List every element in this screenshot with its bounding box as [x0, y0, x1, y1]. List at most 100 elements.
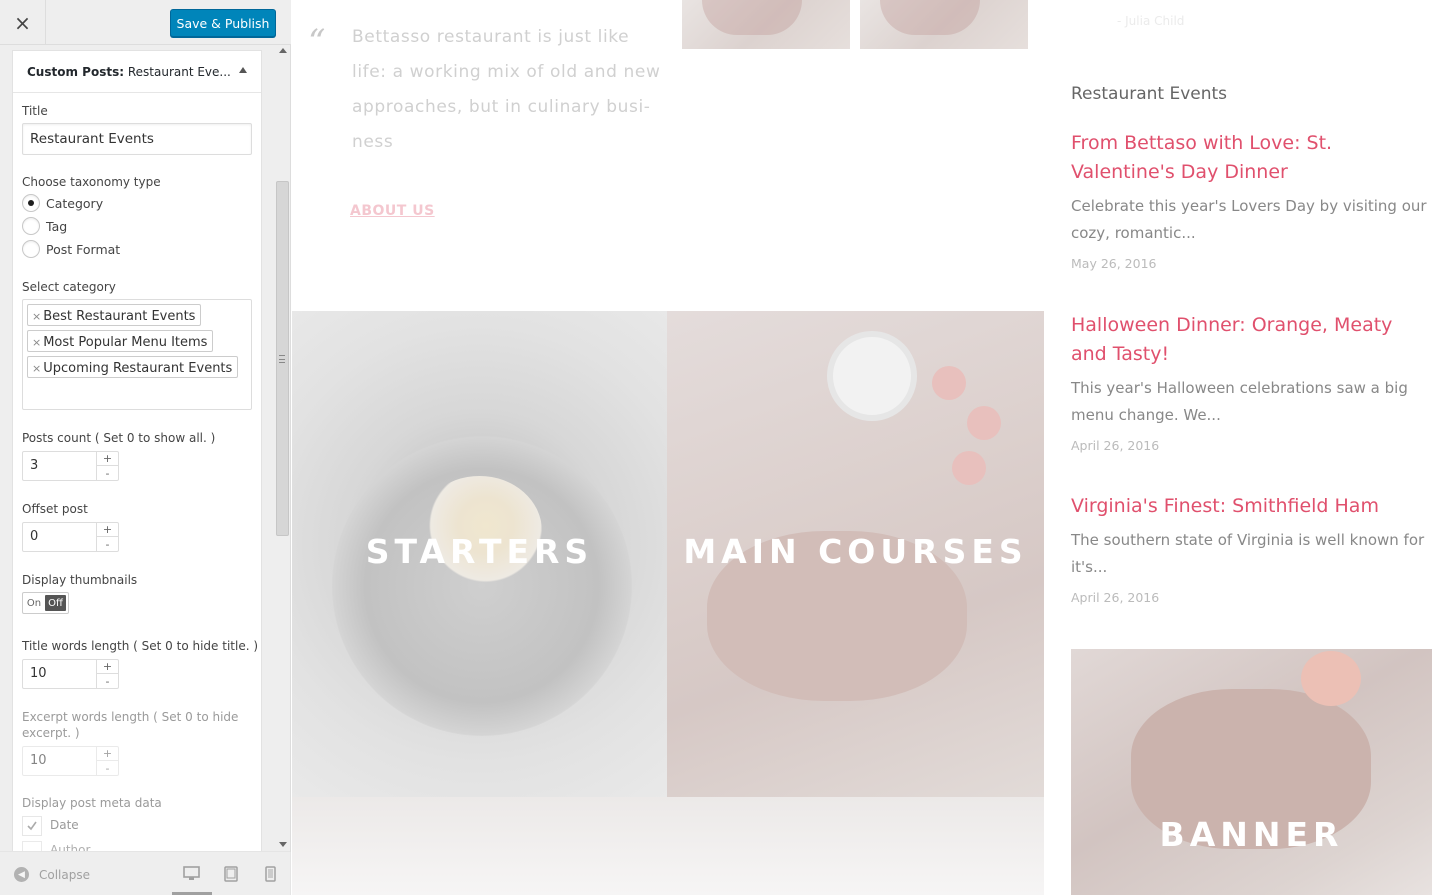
- taxonomy-option-label: Post Format: [46, 241, 121, 257]
- category-tag: × Best Restaurant Events: [27, 304, 202, 326]
- customizer-footer: ◀ Collapse: [0, 851, 291, 895]
- taxonomy-option-post-format[interactable]: Post Format: [22, 240, 120, 258]
- excerpt-length-label-cont: excerpt. ): [22, 726, 80, 740]
- tablet-icon[interactable]: [224, 866, 238, 882]
- event-post: Virginia's Finest: Smithfield Ham The so…: [1071, 492, 1431, 605]
- meta-author-label: Author: [50, 843, 91, 851]
- mobile-icon[interactable]: [265, 866, 276, 882]
- post-date: April 26, 2016: [1071, 438, 1160, 453]
- quote-icon: “: [308, 22, 326, 62]
- decrement-button[interactable]: -: [97, 761, 118, 775]
- toggle-on-label: On: [26, 597, 42, 609]
- increment-button[interactable]: +: [97, 747, 118, 761]
- increment-button[interactable]: +: [97, 523, 118, 537]
- remove-tag-icon[interactable]: ×: [32, 362, 41, 375]
- post-excerpt: The southern state of Virginia is well k…: [1071, 531, 1425, 576]
- title-length-value: 10: [30, 666, 47, 681]
- decrement-button[interactable]: -: [97, 466, 118, 480]
- gallery-image[interactable]: [860, 0, 1028, 49]
- collapse-button[interactable]: ◀ Collapse: [14, 867, 90, 882]
- category-tag-label: Most Popular Menu Items: [43, 334, 208, 350]
- increment-button[interactable]: +: [97, 660, 118, 674]
- increment-button[interactable]: +: [97, 452, 118, 466]
- decrement-button[interactable]: -: [97, 537, 118, 551]
- title-input[interactable]: Restaurant Events: [22, 123, 252, 155]
- thumbnails-toggle[interactable]: On Off: [22, 592, 69, 614]
- excerpt-length-label: Excerpt words length ( Set 0 to hide: [22, 710, 239, 724]
- menu-tile[interactable]: [292, 797, 667, 895]
- taxonomy-option-tag[interactable]: Tag: [22, 217, 67, 235]
- banner-image[interactable]: BANNER: [1071, 649, 1432, 895]
- quote-citation: - Julia Child: [1117, 14, 1185, 28]
- posts-count-label: Posts count ( Set 0 to show all. ): [22, 431, 216, 445]
- post-date: April 26, 2016: [1071, 590, 1160, 605]
- customizer-controls: Custom Posts: Restaurant Eve... Title Re…: [0, 46, 291, 851]
- customizer-header: × Save & Publish: [0, 0, 291, 45]
- category-tag: × Most Popular Menu Items: [27, 330, 214, 352]
- decrement-button[interactable]: -: [97, 674, 118, 688]
- meta-label: Display post meta data: [22, 796, 162, 810]
- gallery-image[interactable]: [682, 0, 850, 49]
- tomato-image: [932, 366, 966, 400]
- collapse-label: Collapse: [39, 867, 90, 882]
- save-publish-button[interactable]: Save & Publish: [170, 9, 276, 37]
- section-name: Restaurant Eve...: [127, 65, 231, 79]
- category-tag: × Upcoming Restaurant Events: [27, 356, 239, 378]
- tomato-image: [952, 451, 986, 485]
- event-post: From Bettaso with Love: St. Valentine's …: [1071, 129, 1431, 271]
- offset-value: 0: [30, 529, 39, 544]
- checkmark-icon: [27, 821, 37, 831]
- meta-author-checkbox[interactable]: [22, 841, 42, 851]
- event-post: Halloween Dinner: Orange, Meaty and Tast…: [1071, 311, 1431, 453]
- posts-count-stepper[interactable]: 3 + -: [22, 451, 119, 481]
- section-type-label: Custom Posts:: [27, 65, 125, 79]
- taxonomy-label: Choose taxonomy type: [22, 175, 161, 189]
- about-us-link[interactable]: ABOUT US: [350, 203, 435, 219]
- tomato-image: [1301, 651, 1361, 706]
- offset-label: Offset post: [22, 502, 88, 516]
- desktop-icon[interactable]: [183, 866, 200, 881]
- close-button[interactable]: ×: [0, 0, 46, 45]
- tomato-image: [967, 406, 1001, 440]
- taxonomy-option-category[interactable]: Category: [22, 194, 103, 212]
- sidebar-scrollbar[interactable]: [275, 46, 291, 851]
- post-title-link[interactable]: From Bettaso with Love: St. Valentine's …: [1071, 129, 1431, 187]
- offset-stepper[interactable]: 0 + -: [22, 522, 119, 552]
- excerpt-length-stepper[interactable]: 10 + -: [22, 746, 119, 776]
- events-widget-column: - Julia Child Restaurant Events From Bet…: [1071, 0, 1432, 895]
- post-title-link[interactable]: Halloween Dinner: Orange, Meaty and Tast…: [1071, 311, 1431, 369]
- category-select[interactable]: × Best Restaurant Events × Most Popular …: [22, 299, 252, 410]
- banner-label: BANNER: [1159, 815, 1344, 854]
- taxonomy-option-label: Category: [46, 195, 104, 211]
- menu-tile[interactable]: [667, 797, 1044, 895]
- taxonomy-option-label: Tag: [46, 218, 68, 234]
- radio-post-format[interactable]: [22, 240, 40, 258]
- radio-category[interactable]: [22, 194, 40, 212]
- salt-bowl-image: [827, 331, 917, 421]
- title-length-label: Title words length ( Set 0 to hide title…: [22, 639, 259, 653]
- scroll-down-icon[interactable]: [279, 842, 287, 847]
- toggle-off-label: Off: [45, 595, 66, 611]
- widget-title: Restaurant Events: [1071, 84, 1228, 104]
- meta-date-checkbox[interactable]: [22, 816, 42, 836]
- title-length-stepper[interactable]: 10 + -: [22, 659, 119, 689]
- post-title-link[interactable]: Virginia's Finest: Smithfield Ham: [1071, 492, 1431, 521]
- remove-tag-icon[interactable]: ×: [32, 310, 41, 323]
- category-tag-label: Best Restaurant Events: [43, 308, 196, 324]
- site-preview: “ Bettasso restaurant is just like life:…: [292, 0, 1432, 895]
- category-tag-label: Upcoming Restaurant Events: [43, 360, 233, 376]
- radio-tag[interactable]: [22, 217, 40, 235]
- excerpt-length-value: 10: [30, 753, 47, 768]
- collapse-section-icon[interactable]: [239, 67, 247, 73]
- scrollbar-grip-icon: [279, 355, 285, 363]
- category-label: Select category: [22, 280, 116, 294]
- tile-label-main-courses: MAIN COURSES: [683, 532, 1028, 571]
- post-date: May 26, 2016: [1071, 256, 1157, 271]
- customizer-sidebar: × Save & Publish Custom Posts: Restauran…: [0, 0, 291, 895]
- remove-tag-icon[interactable]: ×: [32, 336, 41, 349]
- scroll-up-icon[interactable]: [279, 48, 287, 53]
- collapse-arrow-icon: ◀: [14, 867, 29, 882]
- posts-count-value: 3: [30, 458, 39, 473]
- section-title[interactable]: Custom Posts: Restaurant Eve...: [13, 51, 261, 93]
- post-excerpt: This year's Halloween celebrations saw a…: [1071, 379, 1408, 424]
